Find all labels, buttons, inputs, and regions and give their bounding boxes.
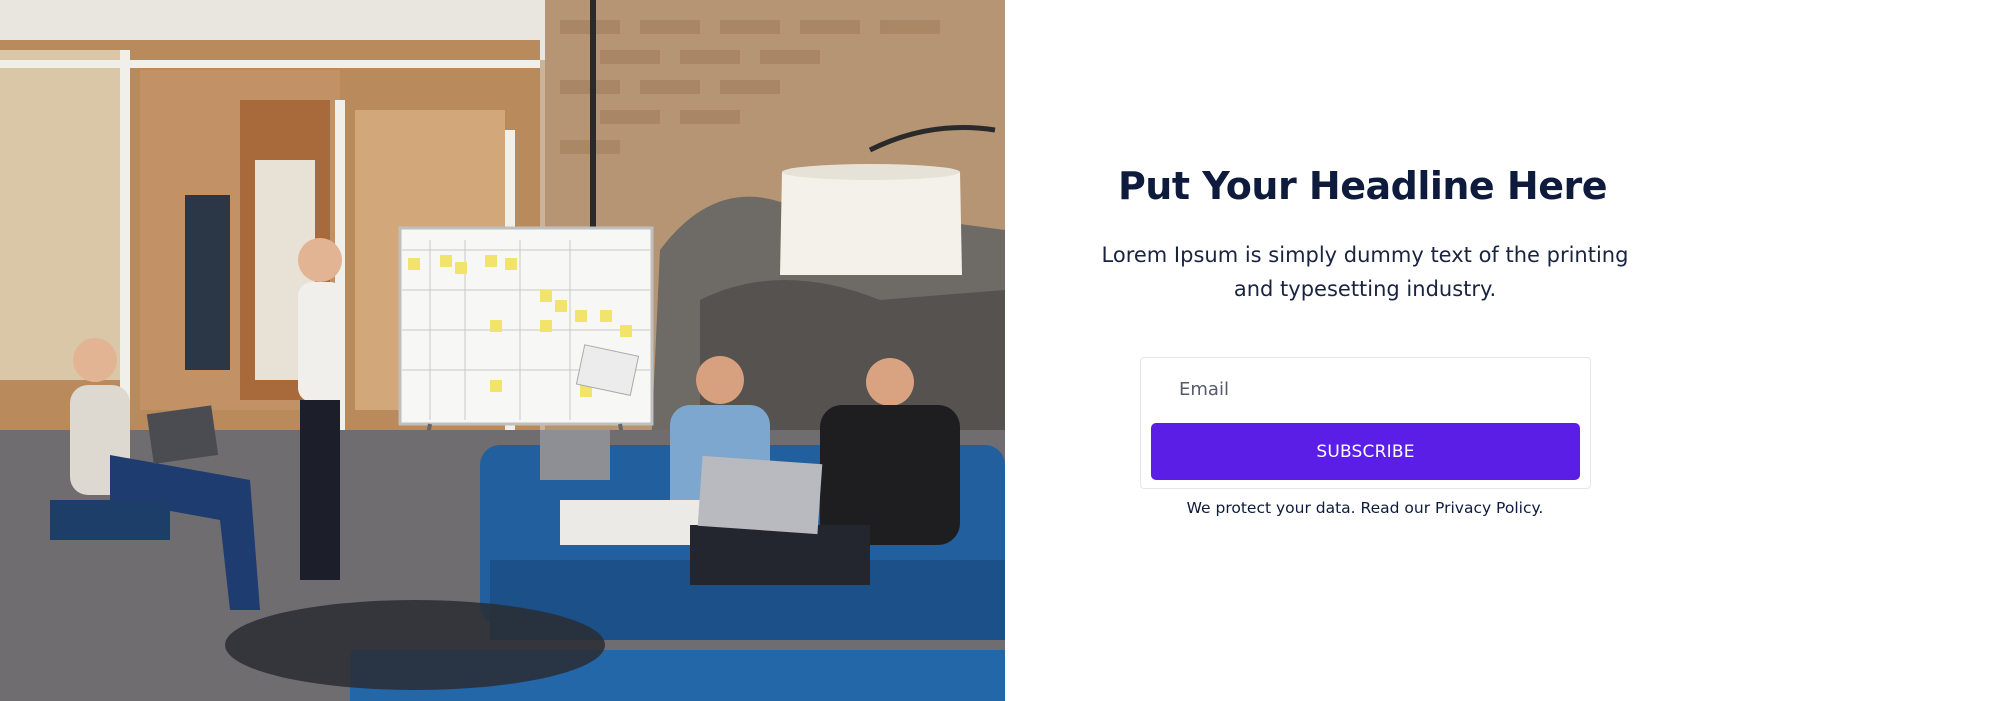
privacy-note: We protect your data. Read our Privacy P… bbox=[1005, 499, 1725, 517]
hero-image bbox=[0, 0, 1005, 701]
privacy-policy-link[interactable]: Privacy Policy. bbox=[1435, 499, 1543, 517]
description: Lorem Ipsum is simply dummy text of the … bbox=[1101, 243, 1629, 301]
headline: Put Your Headline Here bbox=[1117, 164, 1608, 208]
signup-panel: Put Your Headline Here Lorem Ipsum is si… bbox=[1005, 0, 2000, 701]
subscribe-button[interactable]: SUBSCRIBE bbox=[1151, 423, 1580, 480]
subscribe-form: SUBSCRIBE bbox=[1140, 357, 1591, 489]
privacy-text: We protect your data. Read our bbox=[1186, 499, 1436, 517]
email-input[interactable] bbox=[1151, 364, 1580, 414]
